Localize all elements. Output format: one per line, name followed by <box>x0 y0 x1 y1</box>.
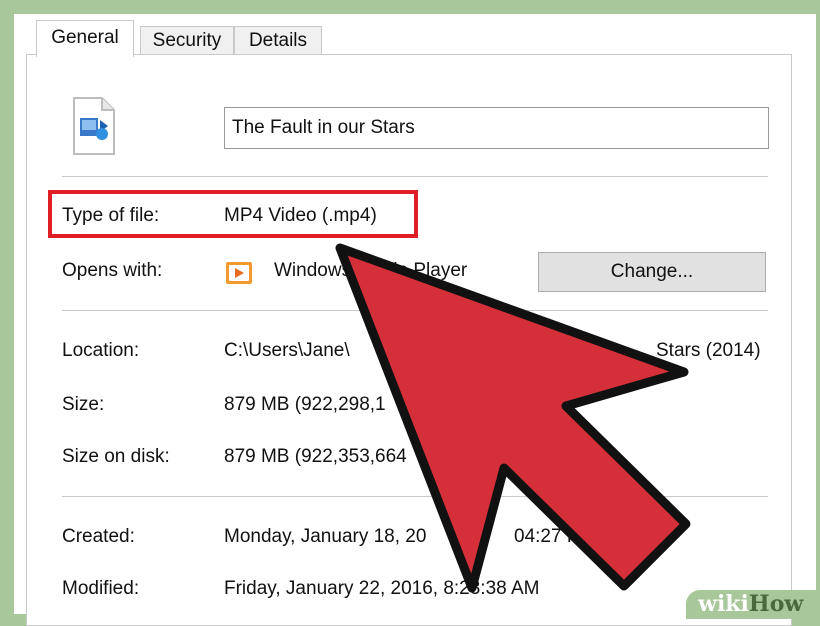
opens-with-value: Windows Media Player <box>274 260 468 281</box>
location-value: C:\Users\Jane\ <box>224 340 350 361</box>
created-value-tail: 04:27 PM <box>514 526 596 547</box>
separator <box>62 496 768 497</box>
size-on-disk-value: 879 MB (922,353,664 <box>224 446 407 467</box>
location-value-tail: Stars (2014) <box>656 340 761 361</box>
highlight-box <box>48 190 418 238</box>
modified-value: Friday, January 22, 2016, 8:23:38 AM <box>224 578 540 599</box>
tab-security[interactable]: Security <box>140 26 234 55</box>
audio-file-icon <box>73 97 115 155</box>
size-label: Size: <box>62 394 105 415</box>
location-label: Location: <box>62 340 140 361</box>
modified-label: Modified: <box>62 578 140 599</box>
opens-with-label: Opens with: <box>62 260 163 281</box>
separator <box>62 176 768 177</box>
tab-general[interactable]: General <box>36 20 134 57</box>
tab-details[interactable]: Details <box>234 26 322 55</box>
created-value: Monday, January 18, 20 <box>224 526 427 547</box>
size-value: 879 MB (922,298,1 <box>224 394 386 415</box>
change-button[interactable]: Change... <box>538 252 766 292</box>
wikihow-watermark: wikiHow <box>686 590 820 619</box>
created-label: Created: <box>62 526 135 547</box>
separator <box>62 310 768 311</box>
file-name-field[interactable] <box>224 107 769 149</box>
media-player-icon <box>226 262 252 284</box>
size-on-disk-label: Size on disk: <box>62 446 170 467</box>
